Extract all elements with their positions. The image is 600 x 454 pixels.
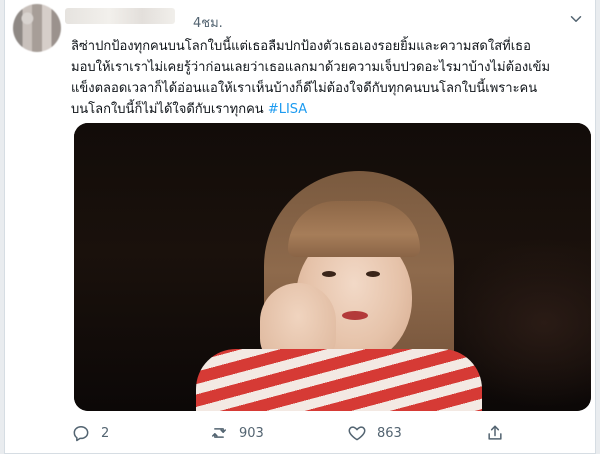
photo-bangs [288, 201, 420, 257]
share-icon [488, 425, 502, 440]
reply-count: 2 [101, 425, 110, 441]
tweet-text: ลิซ่าปกป้องทุกคนบนโลกใบนี้แต่เธอลืมปกป้อ… [71, 36, 587, 120]
reply-icon [73, 426, 89, 442]
tweet-photo[interactable] [74, 123, 591, 411]
avatar[interactable] [13, 4, 61, 52]
reply-button[interactable]: 2 [71, 418, 109, 448]
tweet-time[interactable]: 4ชม. [193, 12, 223, 33]
chevron-down-icon [570, 16, 582, 22]
tweet-card[interactable]: 4ชม. ลิซ่าปกป้องทุกคนบนโลกใบนี้แต่เธอลืม… [4, 0, 596, 454]
like-button[interactable]: 863 [347, 418, 402, 448]
photo-lips [342, 311, 368, 320]
more-options-button[interactable] [567, 10, 585, 28]
hashtag-link[interactable]: #LISA [268, 102, 307, 117]
like-count: 863 [377, 425, 402, 441]
tweet-actions: 2 903 863 [5, 418, 597, 448]
photo-eye-right [366, 271, 380, 277]
author-name-blurred[interactable] [65, 8, 175, 24]
photo-striped-sweater [196, 349, 482, 411]
share-button[interactable] [485, 418, 505, 448]
heart-icon [348, 426, 366, 441]
photo-eye-left [322, 271, 336, 277]
retweet-button[interactable]: 903 [209, 418, 264, 448]
retweet-count: 903 [239, 425, 264, 441]
tweet-body: ลิซ่าปกป้องทุกคนบนโลกใบนี้แต่เธอลืมปกป้อ… [71, 39, 551, 117]
retweet-icon [212, 428, 226, 438]
